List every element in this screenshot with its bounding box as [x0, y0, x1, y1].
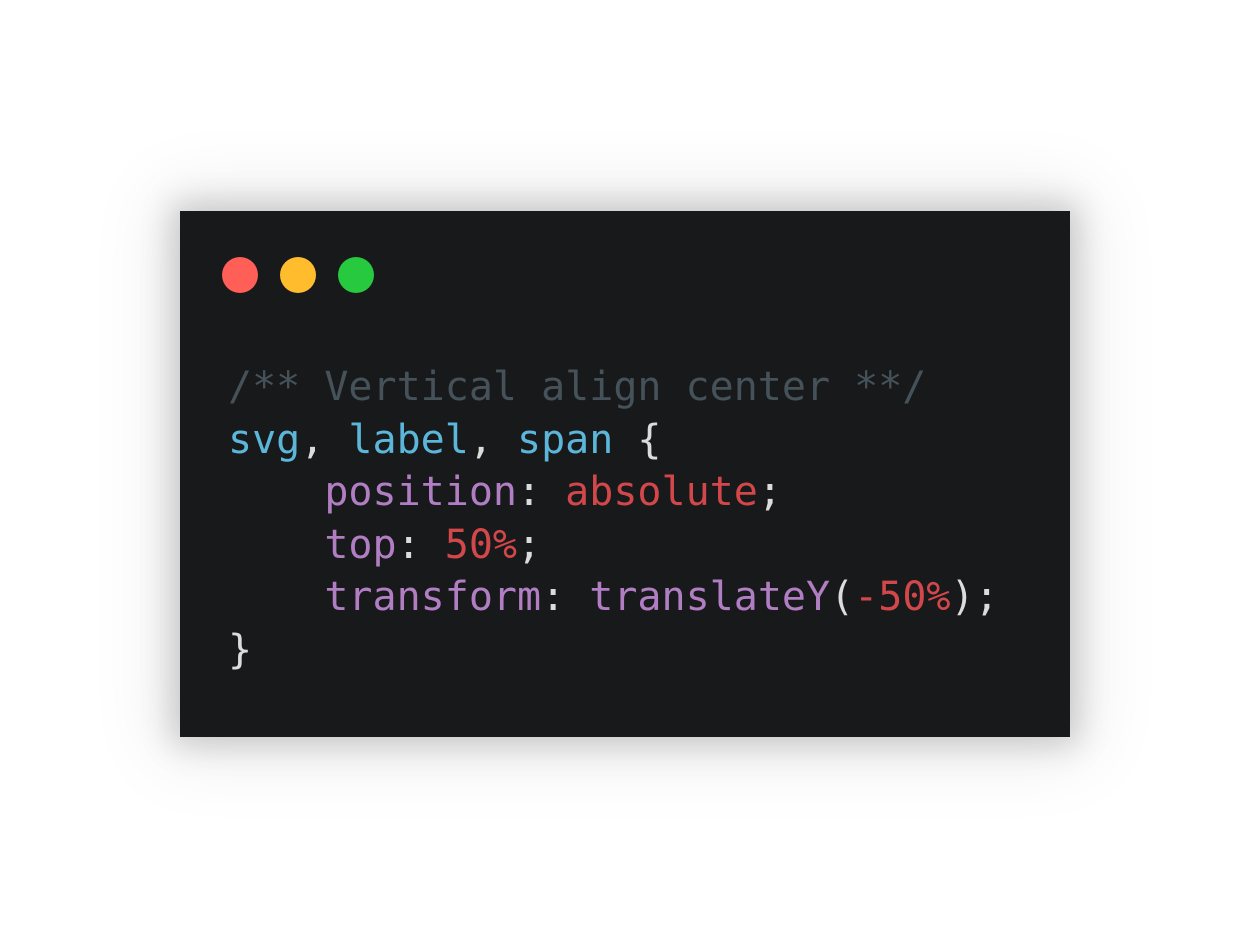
code-window: /** Vertical align center **/svg, label,…	[180, 211, 1070, 737]
code-line: svg, label, span {	[228, 414, 999, 467]
code-line: top: 50%;	[228, 519, 999, 572]
code-line: position: absolute;	[228, 466, 999, 519]
code-token-selector: label	[348, 416, 469, 463]
code-token-punctuation: ,	[300, 416, 349, 463]
code-token-property: position	[324, 469, 517, 515]
code-token-punctuation	[228, 522, 324, 568]
code-token-comment: /** Vertical align center **/	[228, 364, 927, 410]
code-token-value: absolute	[565, 469, 758, 515]
code-token-property: top	[324, 521, 397, 568]
code-token-punctuation: {	[613, 416, 662, 463]
code-block: /** Vertical align center **/svg, label,…	[228, 361, 999, 676]
code-line: }	[228, 624, 999, 677]
code-token-selector: svg	[228, 416, 301, 463]
code-token-punctuation	[228, 469, 324, 515]
code-line: transform: translateY(-50%);	[228, 571, 999, 624]
code-token-punctuation: :	[396, 521, 445, 568]
code-token-punctuation: ;	[517, 521, 542, 568]
code-token-property: translateY	[589, 574, 831, 620]
code-token-punctuation: );	[950, 574, 999, 620]
code-token-punctuation: :	[541, 574, 590, 620]
maximize-dot[interactable]	[338, 257, 374, 293]
code-token-punctuation: ;	[757, 469, 782, 515]
code-token-punctuation: :	[516, 469, 566, 515]
close-dot[interactable]	[222, 257, 258, 293]
window-controls	[222, 257, 374, 293]
code-token-value: -50%	[854, 574, 951, 620]
code-token-value: 50%	[444, 521, 517, 568]
code-token-punctuation	[228, 574, 324, 620]
code-token-punctuation: ,	[468, 416, 518, 463]
code-line: /** Vertical align center **/	[228, 361, 999, 414]
code-token-property: transform	[324, 574, 542, 620]
code-token-punctuation: (	[830, 574, 855, 620]
code-token-selector: span	[517, 416, 614, 463]
code-token-punctuation: }	[228, 626, 253, 673]
minimize-dot[interactable]	[280, 257, 316, 293]
